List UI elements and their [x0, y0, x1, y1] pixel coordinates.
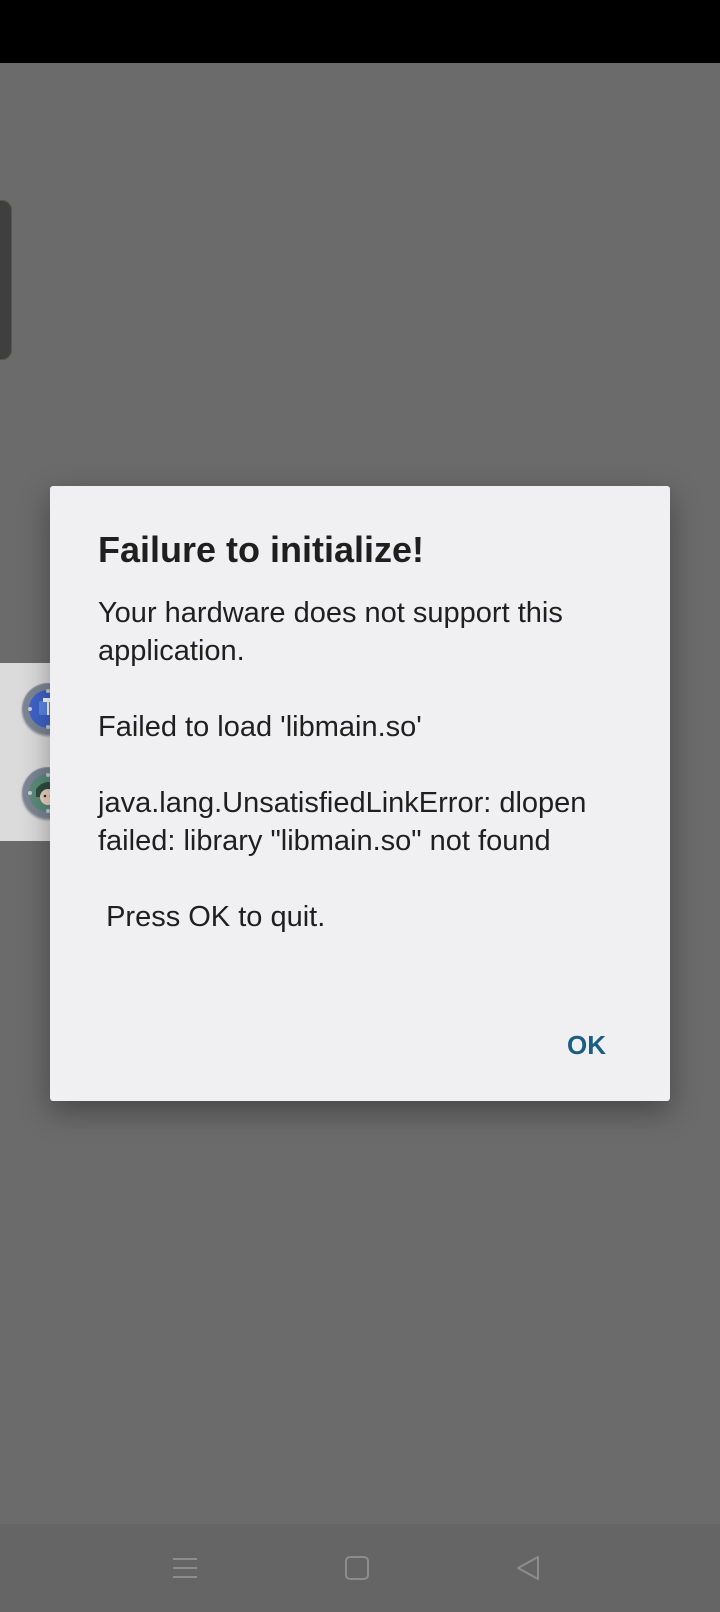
edge-panel-handle[interactable] [0, 200, 12, 360]
ok-button[interactable]: OK [553, 1020, 620, 1071]
home-icon [345, 1556, 369, 1580]
back-icon [517, 1556, 539, 1580]
home-button[interactable] [335, 1546, 379, 1590]
navigation-bar [0, 1524, 720, 1612]
status-bar [0, 0, 720, 63]
dialog-title: Failure to initialize! [98, 529, 425, 570]
dialog-message: Your hardware does not support this appl… [98, 597, 587, 933]
back-button[interactable] [506, 1546, 550, 1590]
menu-icon [173, 1558, 197, 1578]
menu-button[interactable] [163, 1546, 207, 1590]
error-dialog: Failure to initialize! Your hardware doe… [50, 486, 670, 1101]
